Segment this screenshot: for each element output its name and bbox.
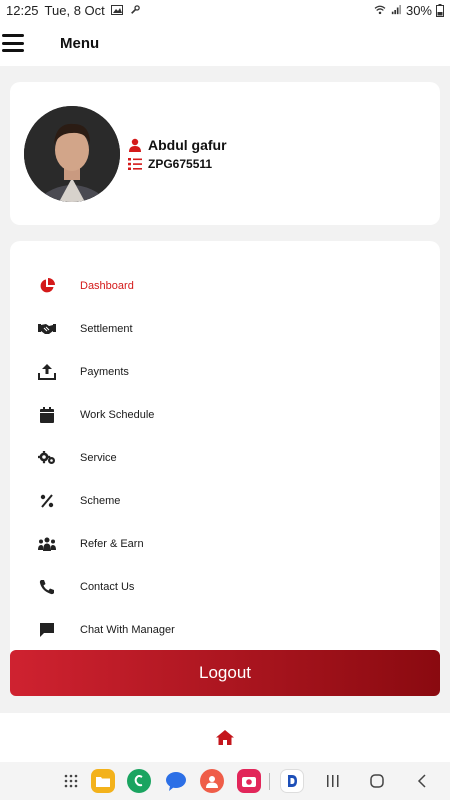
app-bar: Menu — [0, 20, 450, 66]
profile-name: Abdul gafur — [148, 137, 227, 153]
signal-icon — [391, 5, 401, 15]
profile-info: Abdul gafur ZPG675511 — [128, 137, 227, 171]
wrench-icon — [130, 5, 140, 14]
upload-icon — [36, 361, 58, 383]
logout-button[interactable]: Logout — [10, 650, 440, 696]
menu-item-label: Refer & Earn — [80, 538, 144, 550]
gears-icon — [36, 447, 58, 469]
home-button-icon[interactable] — [370, 774, 384, 788]
home-icon[interactable] — [216, 730, 234, 745]
gallery-notification-icon — [110, 5, 123, 15]
camera-app-icon[interactable] — [237, 769, 261, 793]
back-button-icon[interactable] — [417, 774, 427, 788]
menu-item-contact-us[interactable]: Contact Us — [10, 567, 440, 607]
contacts-app-icon[interactable] — [200, 769, 224, 793]
menu-item-service[interactable]: Service — [10, 438, 440, 478]
menu-item-refer-earn[interactable]: Refer & Earn — [10, 524, 440, 564]
menu-card: Dashboard Settlement Payments Work Sched… — [10, 241, 440, 661]
menu-item-label: Chat With Manager — [80, 624, 175, 636]
menu-item-label: Dashboard — [80, 280, 134, 292]
system-nav-bar — [0, 762, 450, 800]
menu-item-label: Work Schedule — [80, 409, 155, 421]
profile-code: ZPG675511 — [148, 157, 213, 171]
menu-item-work-schedule[interactable]: Work Schedule — [10, 395, 440, 435]
messages-app-icon[interactable] — [164, 769, 188, 793]
menu-item-label: Contact Us — [80, 581, 135, 593]
pie-chart-icon — [36, 275, 58, 297]
profile-card: Abdul gafur ZPG675511 — [10, 82, 440, 225]
phone-app-icon[interactable] — [127, 769, 151, 793]
wifi-icon — [374, 5, 386, 15]
phone-icon — [36, 576, 58, 598]
status-bar: 12:25 Tue, 8 Oct 30% — [0, 0, 450, 20]
menu-item-scheme[interactable]: Scheme — [10, 481, 440, 521]
bottom-nav — [0, 713, 450, 762]
profile-name-row: Abdul gafur — [128, 137, 227, 153]
battery-icon — [436, 3, 444, 17]
menu-item-label: Service — [80, 452, 117, 464]
app-drawer-icon[interactable] — [64, 774, 78, 788]
recents-button-icon[interactable] — [327, 774, 339, 788]
battery-percent: 30% — [405, 2, 432, 18]
chat-icon — [36, 619, 58, 641]
hamburger-menu-icon[interactable] — [2, 34, 24, 52]
status-date: Tue, 8 Oct — [44, 2, 105, 18]
status-time: 12:25 — [6, 2, 39, 18]
page-title: Menu — [60, 34, 100, 52]
menu-item-label: Payments — [80, 366, 129, 378]
menu-item-label: Scheme — [80, 495, 121, 507]
avatar — [24, 106, 120, 202]
percent-icon — [36, 490, 58, 512]
dock-divider — [269, 773, 270, 790]
menu-item-chat-with-manager[interactable]: Chat With Manager — [10, 610, 440, 650]
people-icon — [36, 533, 58, 555]
menu-item-settlement[interactable]: Settlement — [10, 309, 440, 349]
menu-item-payments[interactable]: Payments — [10, 352, 440, 392]
calendar-icon — [36, 404, 58, 426]
files-app-icon[interactable] — [91, 769, 115, 793]
recent-app-icon[interactable] — [280, 769, 304, 793]
list-icon — [128, 158, 142, 170]
menu-item-dashboard[interactable]: Dashboard — [10, 266, 440, 306]
handshake-icon — [36, 318, 58, 340]
person-icon — [129, 138, 141, 152]
profile-code-row: ZPG675511 — [128, 157, 227, 171]
menu-item-label: Settlement — [80, 323, 133, 335]
